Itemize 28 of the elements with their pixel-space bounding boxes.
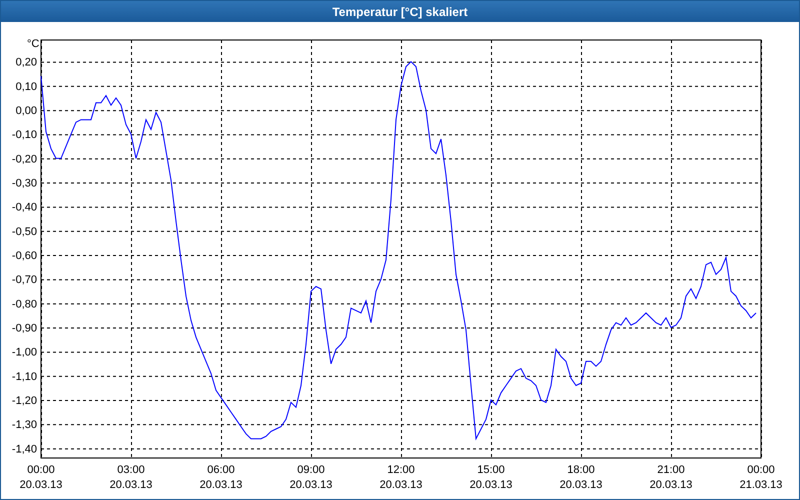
y-tick-label: -0,10 (12, 129, 37, 142)
y-tick-label: -1,30 (12, 419, 37, 432)
x-tick-label: 18:00 20.03.13 (560, 464, 602, 491)
x-tick-label: 12:00 20.03.13 (380, 464, 422, 491)
x-tick-label: 03:00 20.03.13 (110, 464, 152, 491)
y-tick-label: 0,00 (16, 105, 37, 118)
y-tick-label: -0,50 (12, 226, 37, 238)
y-tick-label: 0,10 (16, 80, 37, 93)
y-tick-label: -0,80 (12, 298, 37, 310)
y-tick-label: -0,30 (12, 178, 37, 190)
y-tick-label: -1,10 (12, 370, 37, 383)
y-axis-unit: °C (27, 38, 40, 50)
x-tick-label: 21:00 20.03.13 (650, 464, 692, 491)
x-tick-label: 00:00 20.03.13 (20, 464, 62, 491)
x-tick-label: 06:00 20.03.13 (200, 464, 242, 491)
y-tick-label: -0,20 (12, 153, 37, 166)
y-tick-label: -0,60 (12, 250, 37, 262)
y-tick-label: -1,20 (12, 395, 37, 407)
y-tick-label: -0,90 (12, 322, 37, 335)
y-tick-label: -1,40 (12, 443, 37, 456)
y-tick-label: -1,00 (12, 346, 37, 359)
y-tick-label: -0,40 (12, 202, 37, 214)
x-tick-label: 00:00 21.03.13 (740, 464, 782, 491)
x-tick-label: 15:00 20.03.13 (470, 464, 512, 491)
y-tick-label: -0,70 (12, 274, 37, 286)
window-title: Temperatur [°C] skaliert (332, 4, 468, 20)
y-tick-label: 0,20 (16, 56, 37, 69)
x-tick-label: 09:00 20.03.13 (290, 464, 332, 491)
